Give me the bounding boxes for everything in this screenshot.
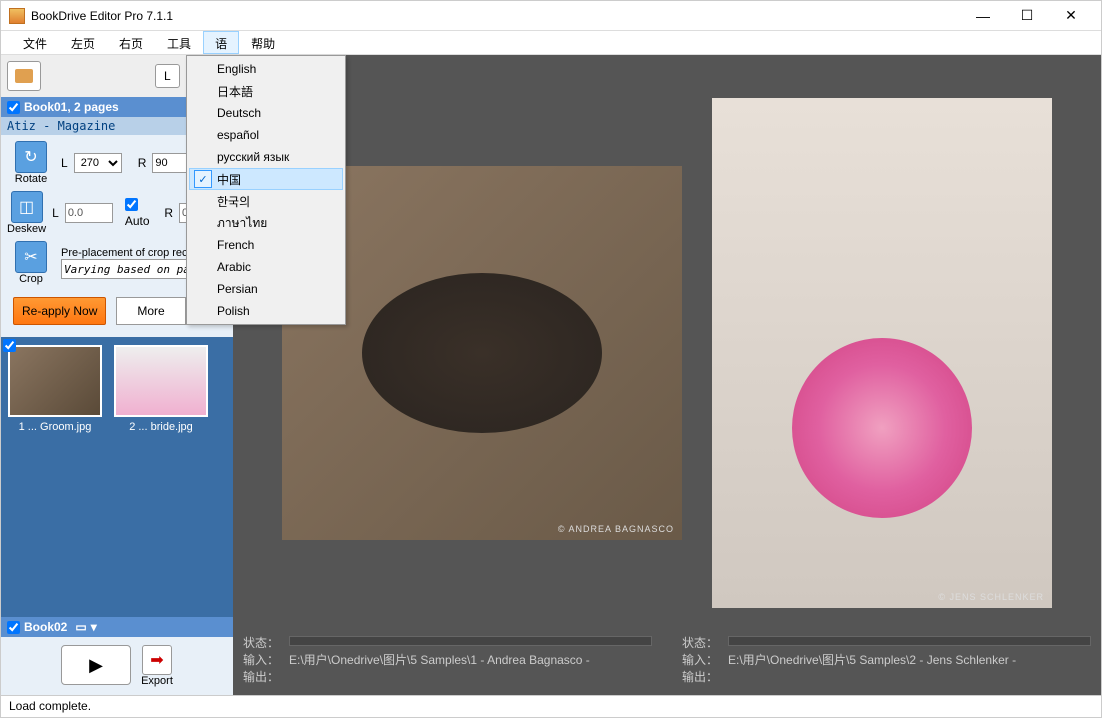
lang-option-10[interactable]: Persian bbox=[189, 278, 343, 300]
open-folder-button[interactable] bbox=[7, 61, 41, 91]
menu-help[interactable]: 帮助 bbox=[239, 31, 287, 54]
app-title: BookDrive Editor Pro 7.1.1 bbox=[31, 9, 961, 23]
titlebar: BookDrive Editor Pro 7.1.1 — ☐ ✕ bbox=[1, 1, 1101, 31]
bouquet-image bbox=[792, 338, 972, 518]
crop-icon[interactable]: ✂ bbox=[15, 241, 47, 273]
lang-option-1[interactable]: 日本語 bbox=[189, 80, 343, 102]
thumb-2[interactable]: 2 ... bride.jpg bbox=[111, 345, 211, 433]
folder-icon bbox=[15, 69, 33, 83]
menu-left[interactable]: 左页 bbox=[59, 31, 107, 54]
export-button[interactable]: ➡ bbox=[142, 645, 172, 675]
play-row: ▶ ➡ Export bbox=[1, 637, 233, 695]
crop-label: Crop bbox=[19, 273, 43, 285]
menu-language[interactable]: 语 bbox=[203, 31, 239, 54]
deskew-label: Deskew bbox=[7, 223, 46, 235]
right-input-path: E:\用户\Onedrive\图片\5 Samples\2 - Jens Sch… bbox=[728, 651, 1016, 668]
collapse-icon[interactable]: ▭ bbox=[75, 620, 86, 634]
lang-option-0[interactable]: English bbox=[189, 58, 343, 80]
left-credit: © ANDREA BAGNASCO bbox=[558, 524, 674, 534]
book1-title: Book01, 2 pages bbox=[24, 100, 119, 114]
expand-icon[interactable]: ▾ bbox=[91, 620, 97, 634]
status-bar: Load complete. bbox=[1, 695, 1101, 717]
lang-option-11[interactable]: Polish bbox=[189, 300, 343, 322]
lang-option-3[interactable]: español bbox=[189, 124, 343, 146]
deskew-auto[interactable]: Auto bbox=[125, 198, 153, 228]
thumbs-checkbox[interactable] bbox=[3, 339, 16, 352]
deskew-l-input bbox=[65, 203, 113, 223]
deskew-icon[interactable]: ◫ bbox=[11, 191, 43, 223]
menu-file[interactable]: 文件 bbox=[11, 31, 59, 54]
book1-checkbox[interactable] bbox=[7, 101, 20, 114]
thumb-2-img bbox=[114, 345, 208, 417]
info-row: 状态： 输入：E:\用户\Onedrive\图片\5 Samples\1 - A… bbox=[233, 630, 1101, 695]
lang-option-8[interactable]: French bbox=[189, 234, 343, 256]
play-button[interactable]: ▶ bbox=[61, 645, 131, 685]
thumb-1[interactable]: 1 ... Groom.jpg bbox=[5, 345, 105, 433]
lang-option-7[interactable]: ภาษาไทย bbox=[189, 212, 343, 234]
right-preview[interactable]: © JENS SCHLENKER bbox=[712, 98, 1052, 608]
app-icon bbox=[9, 8, 25, 24]
lang-option-4[interactable]: русский язык bbox=[189, 146, 343, 168]
close-button[interactable]: ✕ bbox=[1049, 2, 1093, 30]
left-input-path: E:\用户\Onedrive\图片\5 Samples\1 - Andrea B… bbox=[289, 651, 590, 668]
book2-header[interactable]: Book02 ▭ ▾ bbox=[1, 617, 233, 637]
language-dropdown: English日本語Deutschespañolрусский язык✓中国한… bbox=[186, 55, 346, 325]
reapply-button[interactable]: Re-apply Now bbox=[13, 297, 106, 325]
couple-image bbox=[362, 273, 602, 433]
right-credit: © JENS SCHLENKER bbox=[938, 592, 1044, 602]
book2-checkbox[interactable] bbox=[7, 621, 20, 634]
l-button[interactable]: L bbox=[155, 64, 180, 88]
menubar: 文件 左页 右页 工具 语 帮助 bbox=[1, 31, 1101, 55]
menu-right[interactable]: 右页 bbox=[107, 31, 155, 54]
minimize-button[interactable]: — bbox=[961, 2, 1005, 30]
rotate-label: Rotate bbox=[15, 173, 47, 185]
lang-option-9[interactable]: Arabic bbox=[189, 256, 343, 278]
viewer: © ANDREA BAGNASCO © JENS SCHLENKER 状态： 输… bbox=[233, 55, 1101, 695]
left-progress bbox=[289, 636, 652, 646]
check-icon: ✓ bbox=[194, 170, 212, 188]
lang-option-5[interactable]: ✓中国 bbox=[189, 168, 343, 190]
menu-tools[interactable]: 工具 bbox=[155, 31, 203, 54]
rotate-icon[interactable]: ↻ bbox=[15, 141, 47, 173]
lang-option-2[interactable]: Deutsch bbox=[189, 102, 343, 124]
lang-option-6[interactable]: 한국의 bbox=[189, 190, 343, 212]
thumbnails: 1 ... Groom.jpg 2 ... bride.jpg bbox=[1, 337, 233, 617]
more-button[interactable]: More bbox=[116, 297, 185, 325]
export-label: Export bbox=[141, 675, 173, 687]
rotate-l-select[interactable]: 270 bbox=[74, 153, 122, 173]
right-progress bbox=[728, 636, 1091, 646]
maximize-button[interactable]: ☐ bbox=[1005, 2, 1049, 30]
thumb-1-img bbox=[8, 345, 102, 417]
